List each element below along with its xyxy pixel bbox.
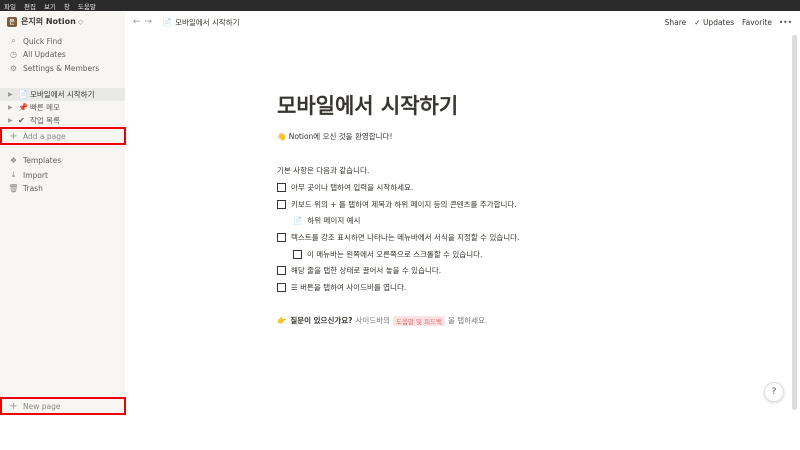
scrollbar[interactable] [792,35,797,410]
sidebar-item-label: Import [23,170,48,180]
sidebar-all-updates[interactable]: ◷ All Updates [8,50,66,59]
sidebar-item-label: Trash [23,184,43,193]
sidebar-import[interactable]: ⤓ Import [8,170,48,180]
welcome-text[interactable]: 👋 Notion에 오신 것을 환영합니다! [277,131,392,142]
updates-label: Updates [702,17,735,27]
page-title[interactable]: 모바일에서 시작하기 [277,90,458,120]
app-menubar: 파일 편집 보기 창 도움말 [0,0,800,11]
todo-text: 아무 곳이나 탭하여 입력을 시작하세요. [291,183,414,192]
question-pre: 사이드바의 [355,316,391,325]
topbar-actions: Share ✓ Updates Favorite [665,18,772,27]
page-emoji-icon: 📄 [18,90,28,99]
checkbox[interactable] [277,233,286,242]
search-icon: ⌕ [11,36,16,45]
menu-view[interactable]: 보기 [40,1,60,11]
menu-edit[interactable]: 편집 [20,1,40,11]
subpage-label: 하위 페이지 예시 [307,216,361,225]
checkbox[interactable] [293,250,302,259]
todo-text: 이 메뉴바는 왼쪽에서 오른쪽으로 스크롤할 수 있습니다. [307,250,483,259]
sidebar-page-quick-memo[interactable]: ▶ 📌 빠른 메모 [0,101,125,114]
forward-arrow-icon[interactable]: → [145,17,153,27]
expand-triangle-icon[interactable]: ▶ [8,117,18,124]
back-arrow-icon[interactable]: ← [133,17,141,27]
highlight-add-page [0,127,126,145]
breadcrumb[interactable]: 모바일에서 시작하기 [175,17,239,28]
menu-window[interactable]: 창 [60,1,74,11]
templates-icon: ❖ [9,156,18,165]
page-icon: 📄 [162,17,173,27]
workspace-name: 은지의 Notion [21,17,76,26]
sidebar-item-label: Templates [23,156,62,165]
sidebar-quick-find[interactable]: ⌕ Quick Find [8,36,62,46]
sidebar-page-label: 작업 목록 [30,116,60,125]
basics-text[interactable]: 기본 사항은 다음과 같습니다. [277,165,369,176]
page-icon: 📄 [293,216,303,225]
question-bold: 질문이 있으신가요? [290,316,353,325]
sidebar-page-label: 모바일에서 시작하기 [30,90,95,99]
todo-item[interactable]: 해당 줄을 탭한 상태로 끌어서 놓을 수 있습니다. [277,265,441,276]
menu-help[interactable]: 도움말 [74,1,100,11]
sidebar-item-label: Quick Find [23,36,62,46]
todo-text: 텍스트를 강조 표시하면 나타나는 메뉴바에서 서식을 지정할 수 있습니다. [291,233,520,242]
menu-file[interactable]: 파일 [0,1,20,11]
pin-icon: 📌 [18,103,28,112]
checkbox[interactable] [277,183,286,192]
question-text[interactable]: 👉 질문이 있으신가요? 사이드바의 도움말 및 피드백 을 탭하세요. [277,315,487,326]
sidebar-trash[interactable]: 🗑 Trash [8,184,43,193]
favorite-button[interactable]: Favorite [742,18,772,27]
todo-text: 해당 줄을 탭한 상태로 끌어서 놓을 수 있습니다. [291,266,442,275]
workspace-avatar: 은 [7,16,17,27]
todo-item[interactable]: 아무 곳이나 탭하여 입력을 시작하세요. [277,182,413,193]
sidebar-settings[interactable]: ⚙ Settings & Members [8,64,99,73]
updates-button[interactable]: ✓ Updates [694,18,734,27]
subpage-link[interactable]: 📄 하위 페이지 예시 [293,215,360,226]
todo-item[interactable]: 이 메뉴바는 왼쪽에서 오른쪽으로 스크롤할 수 있습니다. [293,249,482,260]
trash-icon: 🗑 [8,184,19,193]
question-post: 을 탭하세요. [448,316,488,325]
checkbox[interactable] [277,200,286,209]
sidebar-item-label: Settings & Members [23,64,100,73]
workspace-switcher[interactable]: 은 은지의 Notion ◇ [7,16,83,27]
sidebar-page-task-list[interactable]: ▶ ✔ 작업 목록 [0,114,125,127]
expand-triangle-icon[interactable]: ▶ [8,91,18,98]
help-feedback-tag: 도움말 및 피드백 [393,315,446,326]
gear-icon: ⚙ [9,64,18,73]
sidebar: 은 은지의 Notion ◇ ⌕ Quick Find ◷ All Update… [0,11,125,415]
checkmark-icon: ✔ [18,116,25,125]
todo-text: 키보드 위의 + 를 탭하여 제목과 하위 페이지 등의 콘텐츠를 추가합니다. [291,200,517,209]
pointing-hand-icon: 👉 [277,316,287,325]
clock-icon: ◷ [10,50,17,59]
checkbox[interactable] [277,266,286,275]
todo-text: ☰ 버튼을 탭하여 사이드바를 엽니다. [291,283,407,292]
chevron-updown-icon: ◇ [77,17,84,26]
todo-item[interactable]: 텍스트를 강조 표시하면 나타나는 메뉴바에서 서식을 지정할 수 있습니다. [277,232,519,243]
more-options-icon[interactable]: ••• [779,18,792,27]
share-button[interactable]: Share [665,18,687,27]
sidebar-page-label: 빠른 메모 [30,103,60,112]
expand-triangle-icon[interactable]: ▶ [8,104,18,111]
check-icon: ✓ [694,17,703,27]
todo-item[interactable]: 키보드 위의 + 를 탭하여 제목과 하위 페이지 등의 콘텐츠를 추가합니다. [277,199,517,210]
highlight-new-page [0,397,126,415]
topbar: ← → 📄 모바일에서 시작하기 Share ✓ Updates Favorit… [125,11,800,33]
sidebar-page-mobile-start[interactable]: ▶ 📄 모바일에서 시작하기 [0,88,125,101]
help-button[interactable]: ? [764,382,784,402]
todo-item[interactable]: ☰ 버튼을 탭하여 사이드바를 엽니다. [277,282,406,293]
import-icon: ⤓ [11,170,16,179]
sidebar-templates[interactable]: ❖ Templates [8,156,61,165]
sidebar-item-label: All Updates [23,50,66,59]
checkbox[interactable] [277,283,286,292]
